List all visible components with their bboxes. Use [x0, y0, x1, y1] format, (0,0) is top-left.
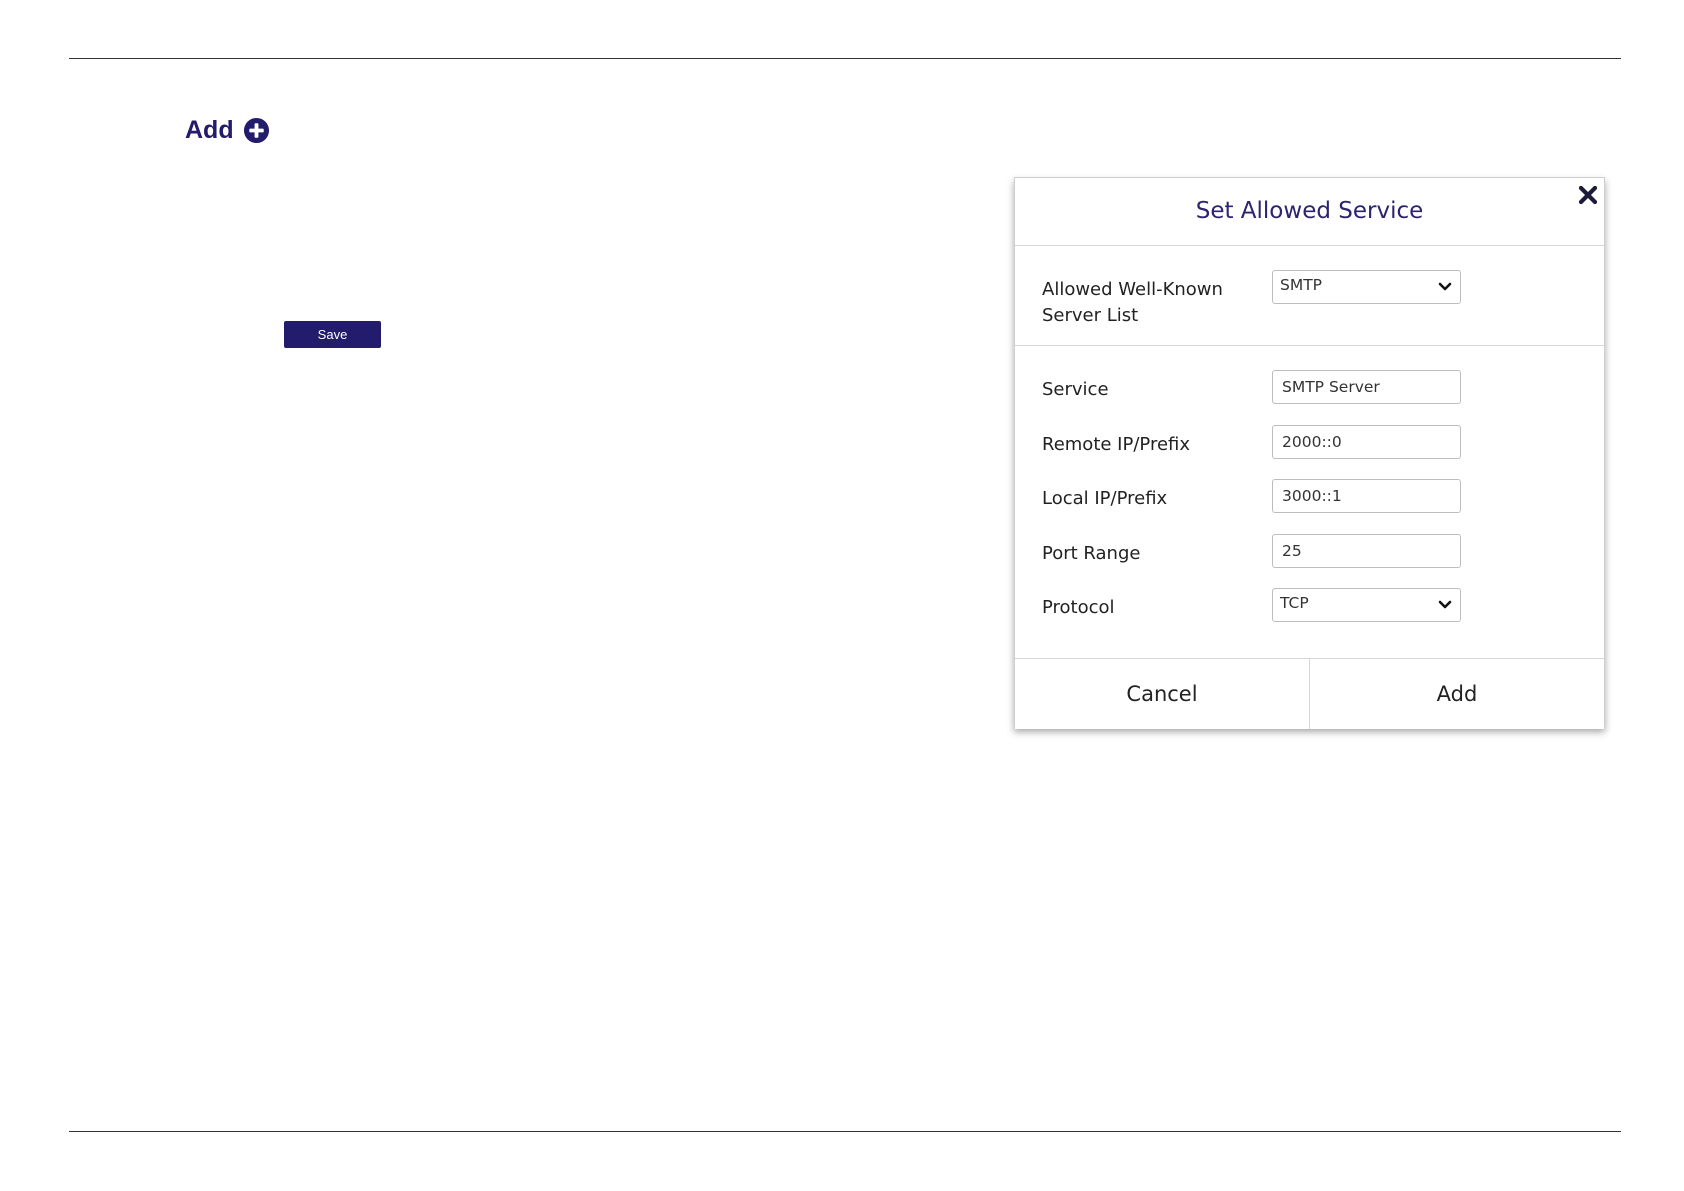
remote-ip-value: 2000::0 — [1282, 433, 1342, 451]
well-known-server-select[interactable]: SMTP — [1272, 270, 1461, 304]
local-ip-value: 3000::1 — [1282, 487, 1342, 505]
dialog-title: Set Allowed Service — [1195, 197, 1424, 224]
remote-ip-label: Remote IP/Prefix — [1042, 434, 1191, 455]
chevron-down-icon — [1438, 282, 1452, 291]
service-fields-section: Service SMTP Server Remote IP/Prefix 200… — [1015, 346, 1604, 659]
plus-circle-icon[interactable] — [243, 117, 270, 144]
port-range-value: 25 — [1282, 542, 1302, 560]
well-known-server-label-line2: Server List — [1042, 305, 1139, 326]
port-range-input[interactable]: 25 — [1272, 534, 1461, 568]
protocol-value: TCP — [1280, 593, 1309, 612]
cancel-button[interactable]: Cancel — [1015, 659, 1310, 729]
local-ip-input[interactable]: 3000::1 — [1272, 479, 1461, 513]
close-icon[interactable] — [1577, 184, 1599, 206]
remote-ip-input[interactable]: 2000::0 — [1272, 425, 1461, 459]
service-input[interactable]: SMTP Server — [1272, 370, 1461, 404]
save-button[interactable]: Save — [284, 321, 381, 348]
local-ip-label: Local IP/Prefix — [1042, 488, 1168, 509]
dialog-header: Set Allowed Service — [1015, 178, 1604, 246]
service-value: SMTP Server — [1282, 378, 1380, 396]
protocol-select[interactable]: TCP — [1272, 588, 1461, 622]
add-rule-button[interactable]: Add — [185, 116, 270, 145]
well-known-server-label: Allowed Well-Known Server List — [1042, 277, 1223, 329]
well-known-server-section: Allowed Well-Known Server List SMTP — [1015, 246, 1604, 346]
well-known-server-value: SMTP — [1280, 275, 1323, 294]
add-label: Add — [185, 116, 234, 144]
dialog-footer: Cancel Add — [1015, 659, 1604, 729]
well-known-server-label-line1: Allowed Well-Known — [1042, 279, 1223, 300]
service-label: Service — [1042, 379, 1109, 400]
add-button[interactable]: Add — [1310, 659, 1604, 729]
top-divider — [69, 58, 1621, 59]
set-allowed-service-dialog: Set Allowed Service Allowed Well-Known S… — [1014, 177, 1605, 729]
port-range-label: Port Range — [1042, 543, 1141, 564]
bottom-divider — [69, 1131, 1621, 1132]
protocol-label: Protocol — [1042, 597, 1115, 618]
chevron-down-icon — [1438, 600, 1452, 609]
